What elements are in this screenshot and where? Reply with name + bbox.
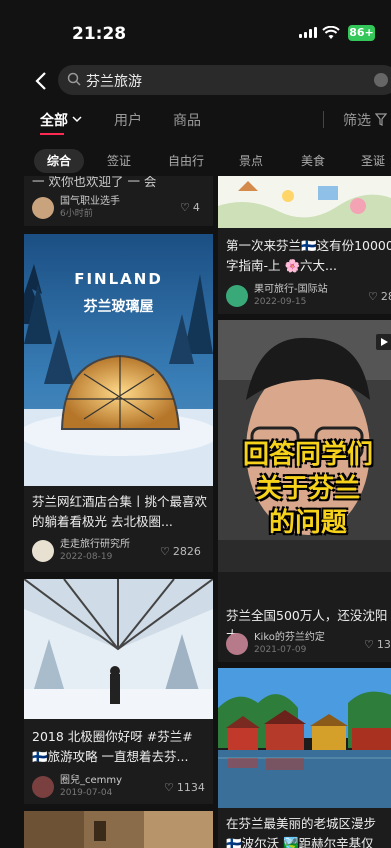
note-card[interactable]: 回答同学们 关于芬兰 的问题 芬兰全国500万人，还没沈阳大 Kiko的芬兰约定… [218,320,391,662]
card-title: 在芬兰最美丽的老城区漫步 [226,816,377,831]
tab-products[interactable]: 商品 [173,110,201,130]
author-name: 国气职业选手 [60,196,120,207]
heart-icon: ♡ [368,290,378,303]
author-name: 走走旅行研究所 [60,539,130,550]
wifi-icon [322,26,340,39]
search-icon [67,72,81,86]
post-date: 2022-09-15 [254,297,307,307]
card-title-line2: 🇫🇮波尔沃 🏞️距赫尔辛基仅 [226,836,374,848]
cover-overlay-title: FINLAND [74,270,163,288]
cover-image: FINLAND 芬兰玻璃屋 [24,234,213,486]
cover-image [218,176,391,228]
avatar [226,285,248,307]
card-author: 国气职业选手 6小时前 [32,196,120,220]
video-caption: 回答同学们 关于芬兰 的问题 [242,440,373,538]
cover-image [24,579,213,719]
card-title: 一 欢你也欢迎了 一 会 [32,176,157,189]
like-count[interactable]: ♡ 1134 [164,781,205,794]
avatar [32,197,54,219]
heart-icon: ♡ [180,201,190,214]
back-icon[interactable] [33,71,49,91]
app-frame: 21:28 86+ 芬兰旅游 全部 用户 商品 筛选 综合 签证 自由行 景点 [0,0,391,848]
tab-users[interactable]: 用户 [114,110,142,130]
note-card[interactable] [24,811,213,848]
note-card[interactable]: FINLAND 芬兰玻璃屋 芬兰网红酒店合集丨挑个最喜欢的躺着看极光 去北极圈.… [24,234,213,572]
search-input[interactable]: 芬兰旅游 [58,65,391,95]
chip-christmas[interactable]: 圣诞 [352,149,391,173]
avatar [32,540,54,562]
heart-icon: ♡ [164,781,174,794]
chip-food[interactable]: 美食 [292,149,334,173]
chip-comprehensive[interactable]: 综合 [34,149,84,173]
cover-image: 回答同学们 关于芬兰 的问题 [218,320,391,572]
status-bar: 21:28 86+ [0,0,391,60]
avatar [226,633,248,655]
cover-image [24,811,213,848]
filter-button[interactable]: 筛选 [343,110,371,130]
filter-icon[interactable] [375,113,387,126]
chip-visa[interactable]: 签证 [98,149,140,173]
battery-icon: 86+ [348,25,375,41]
post-date: 2019-07-04 [60,788,113,798]
card-author: Kiko的芬兰约定 2021-07-09 [226,632,325,656]
like-count[interactable]: ♡28 [368,290,391,303]
cover-overlay-subtitle: 芬兰玻璃屋 [83,299,154,315]
post-date: 6小时前 [60,209,93,219]
like-count[interactable]: ♡ 13 [364,638,391,651]
author-name: 圈兒_cemmy [60,775,123,786]
avatar [32,776,54,798]
signal-icon [299,27,317,38]
note-card[interactable]: 2018 北极圈你好呀 #芬兰# 🇫🇮旅游攻略 一直想着去芬... 圈兒_cem… [24,579,213,804]
card-title: 2018 北极圈你好呀 #芬兰# 🇫🇮旅游攻略 一直想着去芬... [32,729,193,764]
divider [323,111,324,128]
heart-icon: ♡ [160,545,170,558]
card-title: 芬兰网红酒店合集丨挑个最喜欢的躺着看极光 去北极圈... [32,494,208,529]
active-tab-indicator [40,133,64,135]
note-card[interactable]: 一 欢你也欢迎了 一 会 国气职业选手 6小时前 ♡ 4 [24,176,213,226]
like-count[interactable]: ♡ 4 [180,201,200,214]
card-author: 圈兒_cemmy 2019-07-04 [32,775,122,799]
chevron-down-icon[interactable] [72,115,82,123]
clear-icon[interactable] [374,73,388,87]
cover-image [218,668,391,808]
card-author: 走走旅行研究所 2022-08-19 [32,539,130,563]
chip-free-travel[interactable]: 自由行 [160,149,212,173]
card-author: 果可旅行-国际站 2022-09-15 [226,284,328,308]
author-name: 果可旅行-国际站 [254,284,328,295]
card-title: 第一次来芬兰🇫🇮这有份10000字指南-上 🌸六大... [226,238,391,273]
author-name: Kiko的芬兰约定 [254,632,325,643]
heart-icon: ♡ [364,638,374,651]
tab-all[interactable]: 全部 [40,110,68,130]
post-date: 2021-07-09 [254,645,307,655]
note-card[interactable]: 第一次来芬兰🇫🇮这有份10000字指南-上 🌸六大... 果可旅行-国际站 20… [218,176,391,314]
status-time: 21:28 [72,24,127,44]
note-card[interactable]: 在芬兰最美丽的老城区漫步 🇫🇮波尔沃 🏞️距赫尔辛基仅 [218,668,391,848]
like-count[interactable]: ♡ 2826 [160,545,201,558]
post-date: 2022-08-19 [60,552,113,562]
chip-attractions[interactable]: 景点 [230,149,272,173]
search-query: 芬兰旅游 [86,74,142,90]
